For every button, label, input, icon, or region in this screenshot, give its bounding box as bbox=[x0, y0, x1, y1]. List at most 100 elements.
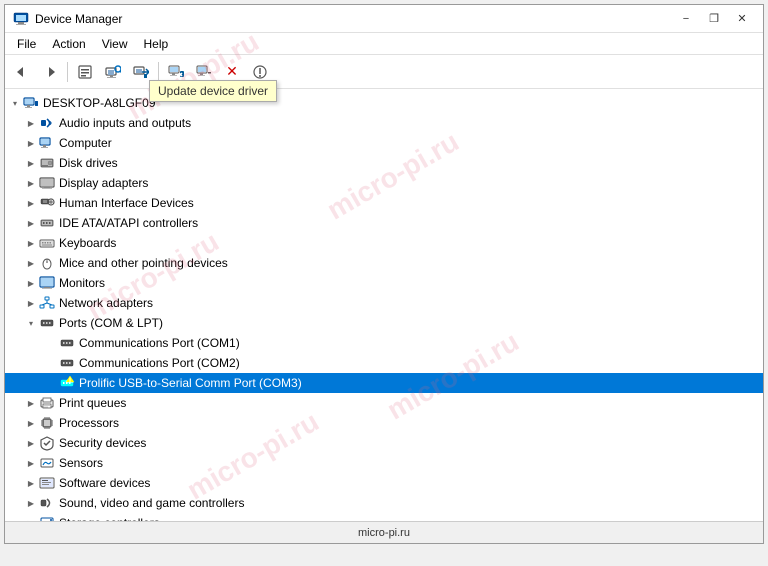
com3-label: Prolific USB-to-Serial Comm Port (COM3) bbox=[79, 376, 755, 390]
network-label: Network adapters bbox=[59, 296, 755, 310]
root-expand-icon[interactable]: ▾ bbox=[7, 95, 23, 111]
software-icon bbox=[39, 475, 55, 491]
action-properties-button[interactable] bbox=[247, 59, 273, 85]
root-label: DESKTOP-A8LGF09 bbox=[43, 96, 755, 110]
com3-warning-icon bbox=[59, 375, 75, 391]
computer-label: Computer bbox=[59, 136, 755, 150]
tree-item-network[interactable]: ▶ Network adapters bbox=[5, 293, 763, 313]
tree-root[interactable]: ▾ DESKTOP-A8LGF09 bbox=[5, 93, 763, 113]
disable-button[interactable] bbox=[191, 59, 217, 85]
window-controls: − ❐ ✕ bbox=[673, 10, 755, 28]
tree-item-com3[interactable]: ▶ Prolific USB-to-Serial Comm Port (COM3… bbox=[5, 373, 763, 393]
tree-item-software[interactable]: ▶ Software devices bbox=[5, 473, 763, 493]
network-expand[interactable]: ▶ bbox=[23, 295, 39, 311]
tree-item-print[interactable]: ▶ Print queues bbox=[5, 393, 763, 413]
back-button[interactable] bbox=[9, 59, 35, 85]
window-title: Device Manager bbox=[35, 12, 673, 26]
monitors-expand[interactable]: ▶ bbox=[23, 275, 39, 291]
sound-expand[interactable]: ▶ bbox=[23, 495, 39, 511]
device-tree[interactable]: ▾ DESKTOP-A8LGF09 ▶ bbox=[5, 89, 763, 521]
status-text: micro-pi.ru bbox=[358, 527, 410, 539]
tree-item-mice[interactable]: ▶ Mice and other pointing devices bbox=[5, 253, 763, 273]
tree-item-keyboards[interactable]: ▶ Keyboards bbox=[5, 233, 763, 253]
restore-button[interactable]: ❐ bbox=[701, 10, 727, 28]
menu-help[interactable]: Help bbox=[136, 35, 177, 53]
disk-label: Disk drives bbox=[59, 156, 755, 170]
hid-icon bbox=[39, 195, 55, 211]
tree-item-ports[interactable]: ▾ Ports (COM & LPT) bbox=[5, 313, 763, 333]
tree-item-hid[interactable]: ▶ Human Interface Devices bbox=[5, 193, 763, 213]
title-bar: Device Manager − ❐ ✕ bbox=[5, 5, 763, 33]
ide-expand[interactable]: ▶ bbox=[23, 215, 39, 231]
sensors-expand[interactable]: ▶ bbox=[23, 455, 39, 471]
sensors-icon bbox=[39, 455, 55, 471]
tree-item-sound[interactable]: ▶ Sound, video and game controllers bbox=[5, 493, 763, 513]
tree-item-disk[interactable]: ▶ Disk drives bbox=[5, 153, 763, 173]
display-expand[interactable]: ▶ bbox=[23, 175, 39, 191]
menu-bar: File Action View Help bbox=[5, 33, 763, 55]
mice-expand[interactable]: ▶ bbox=[23, 255, 39, 271]
tree-item-sensors[interactable]: ▶ Sensors bbox=[5, 453, 763, 473]
tree-item-com2[interactable]: ▶ Communications Port (COM2) bbox=[5, 353, 763, 373]
ide-label: IDE ATA/ATAPI controllers bbox=[59, 216, 755, 230]
menu-view[interactable]: View bbox=[94, 35, 136, 53]
tree-item-computer[interactable]: ▶ Computer bbox=[5, 133, 763, 153]
disk-icon bbox=[39, 155, 55, 171]
com2-icon bbox=[59, 355, 75, 371]
property-sheets-button[interactable] bbox=[72, 59, 98, 85]
hid-label: Human Interface Devices bbox=[59, 196, 755, 210]
keyboard-icon bbox=[39, 235, 55, 251]
close-button[interactable]: ✕ bbox=[729, 10, 755, 28]
computer-expand[interactable]: ▶ bbox=[23, 135, 39, 151]
print-expand[interactable]: ▶ bbox=[23, 395, 39, 411]
keyboards-label: Keyboards bbox=[59, 236, 755, 250]
toolbar-sep-1 bbox=[67, 62, 68, 82]
software-label: Software devices bbox=[59, 476, 755, 490]
toolbar: Update device driver ✕ bbox=[5, 55, 763, 89]
app-icon bbox=[13, 11, 29, 27]
tree-item-com1[interactable]: ▶ Communications Port (COM1) bbox=[5, 333, 763, 353]
ports-icon bbox=[39, 315, 55, 331]
security-label: Security devices bbox=[59, 436, 755, 450]
network-icon bbox=[39, 295, 55, 311]
status-bar: micro-pi.ru bbox=[5, 521, 763, 543]
security-expand[interactable]: ▶ bbox=[23, 435, 39, 451]
main-content: ▾ DESKTOP-A8LGF09 ▶ bbox=[5, 89, 763, 521]
com1-icon bbox=[59, 335, 75, 351]
audio-expand[interactable]: ▶ bbox=[23, 115, 39, 131]
tree-item-storage[interactable]: ▶ Storage controllers bbox=[5, 513, 763, 521]
menu-file[interactable]: File bbox=[9, 35, 44, 53]
hid-expand[interactable]: ▶ bbox=[23, 195, 39, 211]
audio-label: Audio inputs and outputs bbox=[59, 116, 755, 130]
disk-expand[interactable]: ▶ bbox=[23, 155, 39, 171]
update-driver-button[interactable]: Update device driver bbox=[128, 59, 154, 85]
display-icon bbox=[39, 175, 55, 191]
computer-icon bbox=[23, 95, 39, 111]
tree-item-monitors[interactable]: ▶ Monitors bbox=[5, 273, 763, 293]
scan-changes-button[interactable] bbox=[100, 59, 126, 85]
sound-icon bbox=[39, 495, 55, 511]
tree-item-audio[interactable]: ▶ Audio inputs and outputs bbox=[5, 113, 763, 133]
menu-action[interactable]: Action bbox=[44, 35, 93, 53]
processors-expand[interactable]: ▶ bbox=[23, 415, 39, 431]
ports-label: Ports (COM & LPT) bbox=[59, 316, 755, 330]
security-icon bbox=[39, 435, 55, 451]
monitor-icon bbox=[39, 275, 55, 291]
print-icon bbox=[39, 395, 55, 411]
uninstall-button[interactable]: ✕ bbox=[219, 59, 245, 85]
ports-expand[interactable]: ▾ bbox=[23, 315, 39, 331]
computer-item-icon bbox=[39, 135, 55, 151]
sensors-label: Sensors bbox=[59, 456, 755, 470]
enable-button[interactable] bbox=[163, 59, 189, 85]
minimize-button[interactable]: − bbox=[673, 10, 699, 28]
software-expand[interactable]: ▶ bbox=[23, 475, 39, 491]
tree-item-security[interactable]: ▶ Security devices bbox=[5, 433, 763, 453]
forward-button[interactable] bbox=[37, 59, 63, 85]
tree-item-ide[interactable]: ▶ IDE ATA/ATAPI controllers bbox=[5, 213, 763, 233]
mice-label: Mice and other pointing devices bbox=[59, 256, 755, 270]
toolbar-sep-2 bbox=[158, 62, 159, 82]
monitors-label: Monitors bbox=[59, 276, 755, 290]
tree-item-processors[interactable]: ▶ bbox=[5, 413, 763, 433]
tree-item-display[interactable]: ▶ Display adapters bbox=[5, 173, 763, 193]
keyboards-expand[interactable]: ▶ bbox=[23, 235, 39, 251]
